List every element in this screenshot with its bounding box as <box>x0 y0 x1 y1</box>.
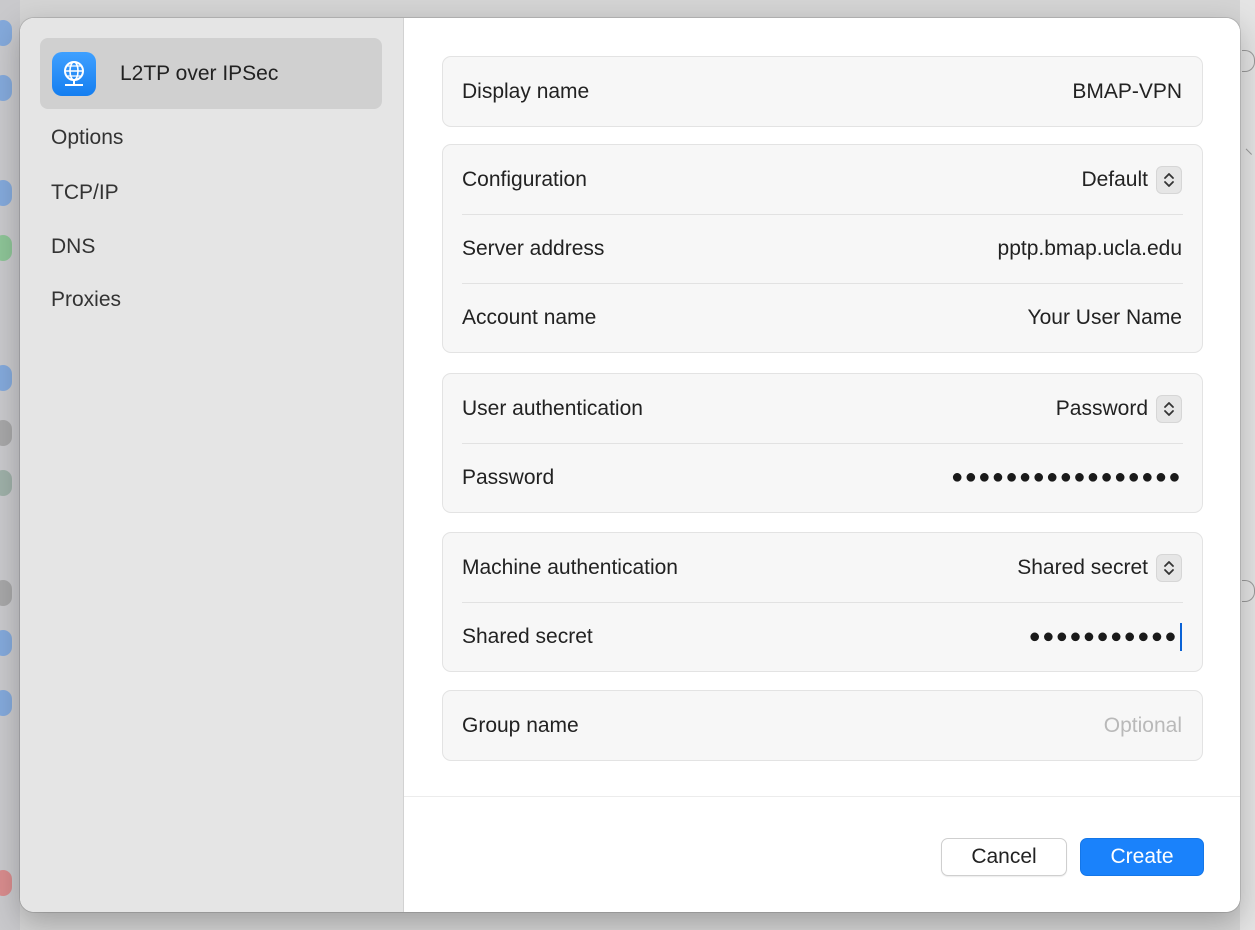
display-name-label: Display name <box>462 79 590 103</box>
account-name-field[interactable]: Your User Name <box>1028 306 1182 330</box>
shared-secret-dots: ●●●●●●●●●●● <box>1028 625 1178 648</box>
globe-network-icon <box>52 52 96 96</box>
configuration-label: Configuration <box>462 167 587 191</box>
text-cursor <box>1180 622 1182 651</box>
password-row: Password ●●●●●●●●●●●●●●●●● <box>443 443 1202 512</box>
sidebar-header-selected[interactable]: L2TP over IPSec <box>40 38 382 109</box>
machine-auth-group: Machine authentication Shared secret Sha… <box>442 532 1203 672</box>
sidebar-item-proxies[interactable]: Proxies <box>51 288 121 312</box>
server-address-label: Server address <box>462 236 605 260</box>
account-name-row: Account name Your User Name <box>443 283 1202 352</box>
chevron-up-down-icon <box>1156 553 1182 582</box>
user-authentication-row: User authentication Password <box>443 374 1202 443</box>
chevron-up-down-icon <box>1156 165 1182 194</box>
machine-authentication-label: Machine authentication <box>462 555 678 579</box>
sidebar-item-options[interactable]: Options <box>51 126 123 150</box>
vpn-configuration-sheet: L2TP over IPSec Options TCP/IP DNS Proxi… <box>20 18 1240 912</box>
create-button[interactable]: Create <box>1080 838 1204 876</box>
shared-secret-row: Shared secret ●●●●●●●●●●● <box>443 602 1202 671</box>
cancel-button[interactable]: Cancel <box>941 838 1067 876</box>
machine-authentication-row: Machine authentication Shared secret <box>443 533 1202 602</box>
password-label: Password <box>462 465 555 489</box>
group-name-label: Group name <box>462 713 579 737</box>
sidebar: L2TP over IPSec Options TCP/IP DNS Proxi… <box>20 18 404 912</box>
machine-authentication-select[interactable]: Shared secret <box>1017 553 1182 582</box>
sidebar-header-title: L2TP over IPSec <box>120 62 279 85</box>
display-name-field[interactable]: BMAP-VPN <box>1072 80 1182 104</box>
sidebar-item-dns[interactable]: DNS <box>51 235 95 259</box>
machine-authentication-value: Shared secret <box>1017 555 1148 579</box>
shared-secret-field[interactable]: ●●●●●●●●●●● <box>1028 622 1182 651</box>
group-name-row: Group name Optional <box>443 691 1202 760</box>
configuration-row: Configuration Default <box>443 145 1202 214</box>
shared-secret-label: Shared secret <box>462 624 593 648</box>
sidebar-item-tcpip[interactable]: TCP/IP <box>51 181 119 205</box>
background-window-edge <box>0 0 20 930</box>
user-auth-group: User authentication Password Password ●●… <box>442 373 1203 513</box>
display-name-group: Display name BMAP-VPN <box>442 56 1203 127</box>
chevron-up-down-icon <box>1156 394 1182 423</box>
main-content: Display name BMAP-VPN Configuration Defa… <box>404 18 1240 912</box>
footer-divider <box>404 796 1240 797</box>
background-window-right-edge <box>1239 0 1255 930</box>
group-name-group: Group name Optional <box>442 690 1203 761</box>
server-address-field[interactable]: pptp.bmap.ucla.edu <box>998 237 1182 261</box>
configuration-value: Default <box>1081 167 1148 191</box>
configuration-select[interactable]: Default <box>1081 165 1182 194</box>
server-address-row: Server address pptp.bmap.ucla.edu <box>443 214 1202 283</box>
password-field[interactable]: ●●●●●●●●●●●●●●●●● <box>951 466 1182 489</box>
user-authentication-label: User authentication <box>462 396 643 420</box>
user-authentication-select[interactable]: Password <box>1055 394 1182 423</box>
account-name-label: Account name <box>462 305 597 329</box>
server-group: Configuration Default Server address ppt… <box>442 144 1203 353</box>
group-name-field[interactable]: Optional <box>1104 714 1182 738</box>
user-authentication-value: Password <box>1055 396 1148 420</box>
display-name-row: Display name BMAP-VPN <box>443 57 1202 126</box>
